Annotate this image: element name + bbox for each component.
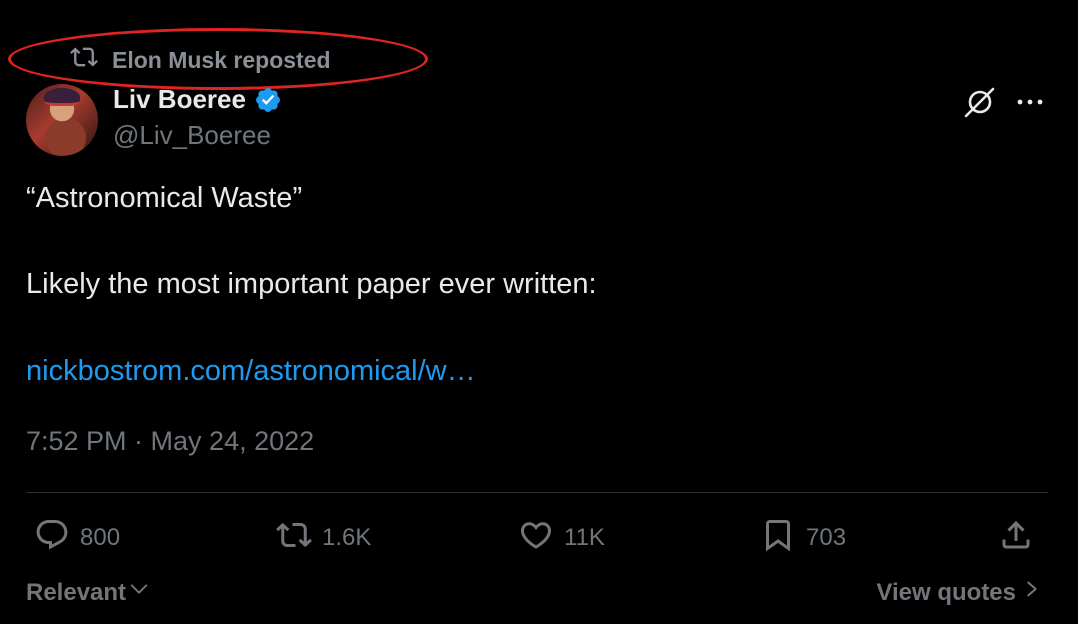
divider [26, 492, 1048, 493]
repost-label: Elon Musk reposted [112, 46, 331, 73]
reply-icon [34, 517, 70, 560]
reply-count: 800 [80, 524, 121, 551]
verified-badge-icon[interactable] [254, 86, 282, 114]
share-button[interactable] [998, 518, 1034, 558]
avatar[interactable] [26, 84, 98, 156]
tweet-title-line: “Astronomical Waste” [26, 182, 303, 214]
tweet-detail: Elon Musk reposted Liv Boeree @Liv_Boere… [0, 0, 1078, 624]
avatar-hat-detail [44, 88, 80, 106]
repost-count: 1.6K [322, 524, 372, 551]
bookmark-button[interactable]: 703 [760, 518, 846, 558]
like-count: 11K [564, 524, 605, 551]
tweet-body-line: Likely the most important paper ever wri… [26, 268, 597, 300]
more-options-icon[interactable] [1012, 92, 1048, 112]
tweet-timestamp[interactable]: 7:52 PM · May 24, 2022 [26, 426, 314, 457]
grok-icon[interactable] [962, 84, 998, 120]
view-quotes-label: View quotes [876, 578, 1016, 606]
repost-indicator[interactable]: Elon Musk reposted [70, 44, 331, 76]
bookmark-icon [760, 517, 796, 560]
like-button[interactable]: 11K [518, 518, 605, 558]
repost-action-icon [276, 517, 312, 560]
author-name-row[interactable]: Liv Boeree [113, 84, 282, 115]
author-name[interactable]: Liv Boeree [113, 84, 246, 115]
tweet-link[interactable]: nickbostrom.com/astronomical/w… [26, 355, 476, 388]
author-handle[interactable]: @Liv_Boeree [113, 120, 271, 151]
bookmark-count: 703 [806, 524, 847, 551]
reply-button[interactable]: 800 [34, 518, 120, 558]
share-icon [998, 517, 1034, 560]
chevron-down-icon [128, 578, 150, 607]
repost-button[interactable]: 1.6K [276, 518, 371, 558]
heart-icon [518, 517, 554, 560]
chevron-right-icon [1022, 578, 1042, 607]
sort-relevant-dropdown[interactable]: Relevant [26, 578, 150, 607]
view-quotes-link[interactable]: View quotes [876, 578, 1042, 607]
sort-label: Relevant [26, 578, 127, 606]
repost-icon [70, 43, 98, 77]
